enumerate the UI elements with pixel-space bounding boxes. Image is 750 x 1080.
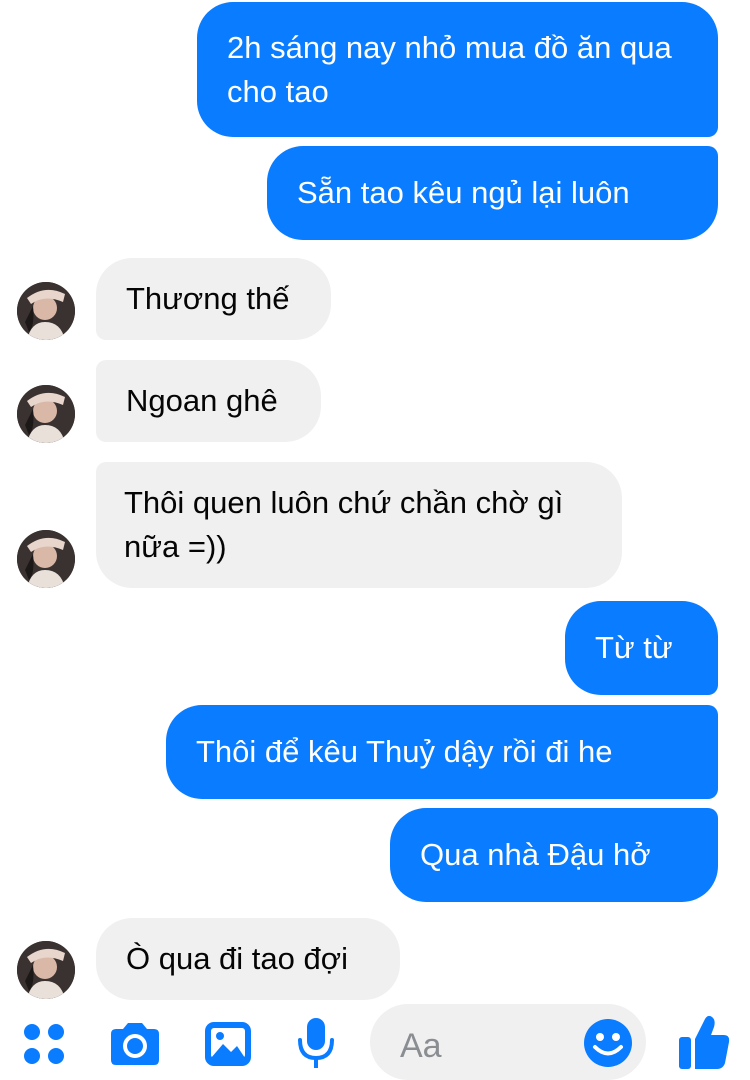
message-bubble-incoming[interactable]: Ngoan ghê [96,360,321,442]
menu-dots-icon[interactable] [20,1020,68,1068]
message-text: Ò qua đi tao đợi [126,941,348,976]
message-bubble-outgoing[interactable]: Sẵn tao kêu ngủ lại luôn [267,146,718,240]
composer-bar: Aa [0,1000,750,1080]
message-bubble-outgoing[interactable]: Từ từ [565,601,718,695]
avatar-image [17,282,75,340]
avatar-image [17,530,75,588]
avatar-image [17,941,75,999]
message-bubble-outgoing[interactable]: Thôi để kêu Thuỷ dậy rồi đi he [166,705,718,799]
avatar[interactable] [17,941,75,999]
image-icon[interactable] [202,1018,254,1070]
message-text: Sẵn tao kêu ngủ lại luôn [297,175,630,210]
avatar[interactable] [17,530,75,588]
avatar-image [17,385,75,443]
thumbs-up-icon[interactable] [676,1012,732,1072]
message-text: Từ từ [595,630,673,665]
message-bubble-outgoing[interactable]: 2h sáng nay nhỏ mua đồ ăn qua cho tao [197,2,718,137]
message-text: Thôi để kêu Thuỷ dậy rồi đi he [196,734,613,769]
camera-icon[interactable] [106,1018,164,1070]
message-bubble-incoming[interactable]: Ò qua đi tao đợi [96,918,400,1000]
avatar[interactable] [17,282,75,340]
message-text: 2h sáng nay nhỏ mua đồ ăn qua cho tao [227,29,672,109]
emoji-icon[interactable] [582,1017,634,1069]
message-bubble-incoming[interactable]: Thôi quen luôn chứ chần chờ gì nữa =)) [96,462,622,588]
message-bubble-incoming[interactable]: Thương thế [96,258,331,340]
microphone-icon[interactable] [294,1016,338,1072]
message-text: Ngoan ghê [126,383,278,418]
message-thread: 2h sáng nay nhỏ mua đồ ăn qua cho tao Sẵ… [0,0,750,1000]
message-text: Thương thế [126,281,290,316]
message-input[interactable]: Aa [370,1004,646,1080]
message-text: Thôi quen luôn chứ chần chờ gì nữa =)) [124,485,564,564]
avatar[interactable] [17,385,75,443]
message-text: Qua nhà Đậu hở [420,837,651,872]
message-bubble-outgoing[interactable]: Qua nhà Đậu hở [390,808,718,902]
message-input-placeholder: Aa [400,1027,442,1065]
